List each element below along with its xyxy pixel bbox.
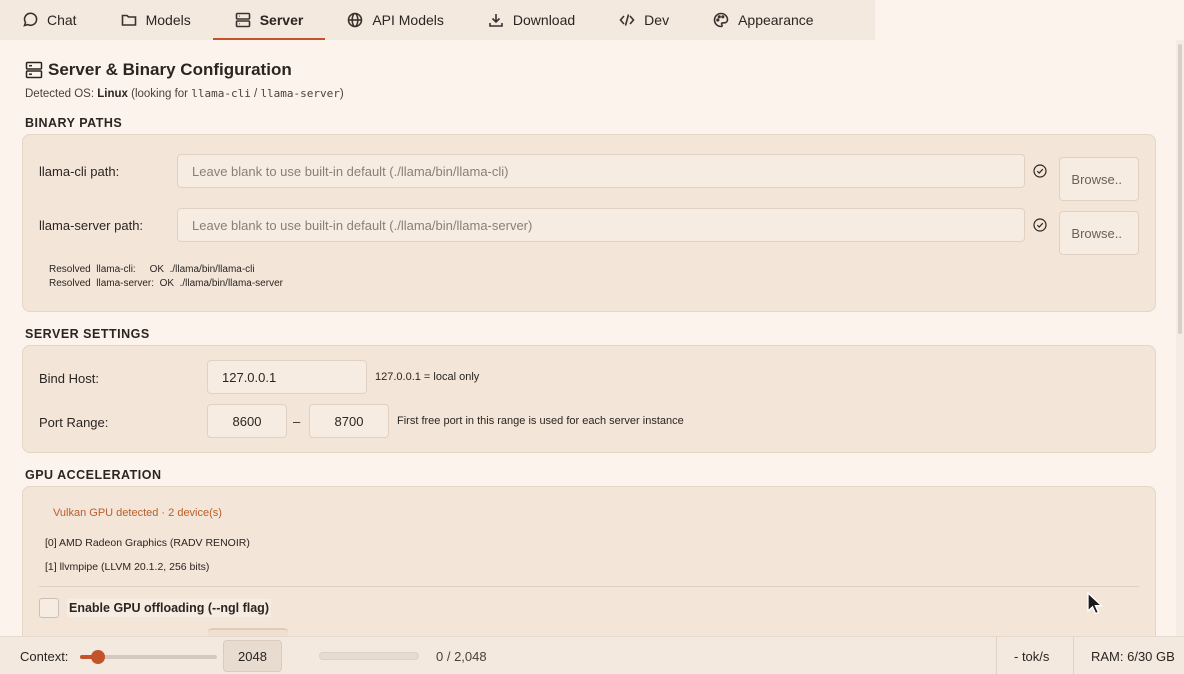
- gpu-device-0: [0] AMD Radeon Graphics (RADV RENOIR): [45, 537, 250, 549]
- divider: [996, 637, 997, 674]
- ngl-layers-input[interactable]: [208, 628, 288, 636]
- tab-label: API Models: [372, 12, 444, 28]
- gpu-offload-checkbox[interactable]: [39, 598, 59, 618]
- tab-label: Server: [259, 12, 304, 28]
- looking-for-text: (looking for: [131, 88, 189, 100]
- binary-name-server: llama-server: [260, 87, 340, 100]
- context-label: Context:: [20, 649, 69, 664]
- folder-icon: [121, 14, 136, 26]
- server-path-input[interactable]: Leave blank to use built-in default (./l…: [177, 208, 1025, 242]
- tab-label: Download: [512, 12, 576, 28]
- mouse-cursor-icon: [1087, 592, 1103, 615]
- gpu-status: Vulkan GPU detected · 2 device(s): [53, 507, 222, 519]
- check-circle-icon: [1033, 218, 1047, 232]
- tab-dev[interactable]: Dev: [597, 0, 691, 40]
- gpu-device-1: [1] llvmpipe (LLVM 20.1.2, 256 bits): [45, 561, 210, 573]
- context-slider[interactable]: [80, 650, 217, 664]
- context-slider-thumb[interactable]: [91, 650, 106, 664]
- page-title-text: Server & Binary Configuration: [48, 60, 292, 79]
- gpu-panel: Vulkan GPU detected · 2 device(s) [0] AM…: [22, 486, 1156, 636]
- tab-label: Models: [145, 12, 191, 28]
- scrollbar[interactable]: [1176, 40, 1184, 636]
- tab-appearance[interactable]: Appearance: [691, 0, 836, 40]
- chat-icon: [23, 12, 38, 27]
- server-settings-heading: SERVER SETTINGS: [25, 327, 150, 341]
- port-range-label: Port Range:: [39, 415, 109, 430]
- bind-host-label: Bind Host:: [39, 371, 99, 386]
- context-usage-text: 0 / 2,048: [436, 649, 487, 664]
- code-icon: [619, 14, 635, 26]
- os-name: Linux: [97, 88, 128, 100]
- page-title: Server & Binary Configuration: [25, 60, 292, 80]
- status-bar: Context: 2048 0 / 2,048 - tok/s RAM: 6/3…: [0, 636, 1184, 674]
- tab-server[interactable]: Server: [212, 0, 326, 40]
- server-icon: [235, 12, 251, 28]
- gpu-heading: GPU ACCELERATION: [25, 468, 162, 482]
- resolved-server-text: Resolved llama-server: OK ./llama/bin/ll…: [49, 278, 283, 289]
- tab-label: Chat: [47, 12, 77, 28]
- slash-text: /: [254, 88, 258, 100]
- gpu-offload-label: Enable GPU offloading (--ngl flag): [67, 599, 271, 617]
- port-to-input[interactable]: 8700: [309, 404, 389, 438]
- globe-icon: [348, 12, 363, 28]
- main-content: Server & Binary Configuration Detected O…: [0, 40, 1176, 636]
- server-path-verify-button[interactable]: [1033, 218, 1047, 232]
- binary-name-cli: llama-cli: [191, 87, 251, 100]
- gpu-offload-toggle[interactable]: Enable GPU offloading (--ngl flag): [39, 598, 271, 618]
- resolved-cli-text: Resolved llama-cli: OK ./llama/bin/llama…: [49, 264, 255, 275]
- server-browse-button[interactable]: Browse..: [1059, 211, 1139, 255]
- tab-label: Dev: [644, 12, 670, 28]
- cli-path-verify-button[interactable]: [1033, 164, 1047, 178]
- binary-paths-heading: BINARY PATHS: [25, 116, 123, 130]
- tab-download[interactable]: Download: [466, 0, 597, 40]
- tab-label: Appearance: [738, 12, 814, 28]
- server-icon: [25, 61, 43, 79]
- context-usage-bar: [319, 652, 419, 660]
- scrollbar-thumb[interactable]: [1178, 44, 1182, 334]
- bind-host-hint: 127.0.0.1 = local only: [375, 371, 480, 383]
- tab-chat[interactable]: Chat: [0, 0, 99, 40]
- tab-bar: Chat Models Server API Models Download D…: [0, 0, 875, 40]
- port-range-separator: –: [293, 414, 301, 429]
- detected-os-prefix: Detected OS:: [25, 88, 95, 100]
- server-path-label: llama-server path:: [39, 218, 144, 233]
- check-circle-icon: [1033, 164, 1047, 178]
- divider: [39, 586, 1139, 587]
- download-icon: [489, 14, 503, 27]
- close-paren-text: ): [339, 88, 344, 100]
- tab-models[interactable]: Models: [99, 0, 213, 40]
- server-settings-panel: Bind Host: 127.0.0.1 127.0.0.1 = local o…: [22, 345, 1156, 453]
- cli-path-label: llama-cli path:: [39, 164, 120, 179]
- tokens-per-second: - tok/s: [1014, 649, 1050, 664]
- detected-os: Detected OS: Linux (looking for llama-cl…: [25, 87, 344, 100]
- port-range-hint: First free port in this range is used fo…: [397, 415, 684, 427]
- palette-icon: [713, 12, 729, 28]
- bind-host-input[interactable]: 127.0.0.1: [207, 360, 367, 394]
- binary-paths-panel: llama-cli path: Leave blank to use built…: [22, 134, 1156, 312]
- divider: [1073, 637, 1074, 674]
- port-from-input[interactable]: 8600: [207, 404, 287, 438]
- context-value-input[interactable]: 2048: [223, 640, 282, 672]
- ram-usage: RAM: 6/30 GB: [1091, 649, 1175, 664]
- tab-api-models[interactable]: API Models: [325, 0, 466, 40]
- cli-path-input[interactable]: Leave blank to use built-in default (./l…: [177, 154, 1025, 188]
- cli-browse-button[interactable]: Browse..: [1059, 157, 1139, 201]
